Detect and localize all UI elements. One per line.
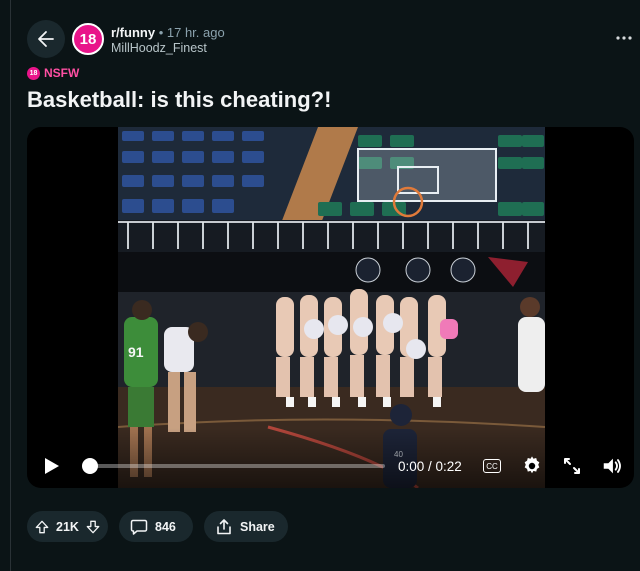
nsfw-badge-icon: 18 [27, 66, 40, 80]
subreddit-link[interactable]: r/funny [111, 25, 155, 40]
back-button[interactable] [27, 20, 65, 58]
expand-icon[interactable] [562, 456, 582, 476]
post-time: 17 hr. ago [166, 25, 225, 40]
progress-bar[interactable] [85, 464, 385, 468]
post-meta: r/funny • 17 hr. ago [111, 25, 225, 40]
author-link[interactable]: MillHoodz_Finest [111, 41, 207, 55]
more-options-button[interactable] [612, 30, 636, 46]
back-arrow-icon [38, 31, 54, 47]
volume-icon[interactable] [601, 455, 623, 477]
play-icon[interactable] [40, 455, 62, 477]
video-player[interactable]: 91 40 0:00 / 0:22 CC [27, 127, 634, 488]
downvote-arrow-icon[interactable] [86, 519, 100, 535]
share-label: Share [240, 519, 275, 534]
svg-text:91: 91 [128, 344, 144, 360]
scrubber-handle[interactable] [82, 458, 98, 474]
gear-icon[interactable] [521, 455, 543, 477]
left-rail-divider [0, 0, 11, 571]
meta-separator: • [158, 25, 164, 40]
subreddit-avatar[interactable]: 18 [72, 23, 104, 55]
vote-pill: 21K [27, 511, 108, 542]
nsfw-tag: 18 NSFW [27, 66, 79, 80]
comment-count: 846 [155, 519, 176, 534]
post-actions: 21K 846 Share [27, 511, 288, 543]
upvote-arrow-icon[interactable] [35, 519, 49, 535]
vote-count: 21K [56, 519, 79, 534]
video-time: 0:00 / 0:22 [398, 459, 462, 474]
captions-button[interactable]: CC [483, 459, 501, 473]
comment-bubble-icon [130, 519, 148, 535]
more-dots-icon [616, 36, 632, 40]
post-header: 18 r/funny • 17 hr. ago MillHoodz_Finest [27, 20, 637, 60]
nsfw-label: NSFW [44, 66, 80, 80]
comments-button[interactable]: 846 [119, 511, 193, 542]
share-button[interactable]: Share [204, 511, 288, 542]
post-title[interactable]: Basketball: is this cheating?! [27, 87, 331, 113]
share-icon [217, 518, 231, 534]
